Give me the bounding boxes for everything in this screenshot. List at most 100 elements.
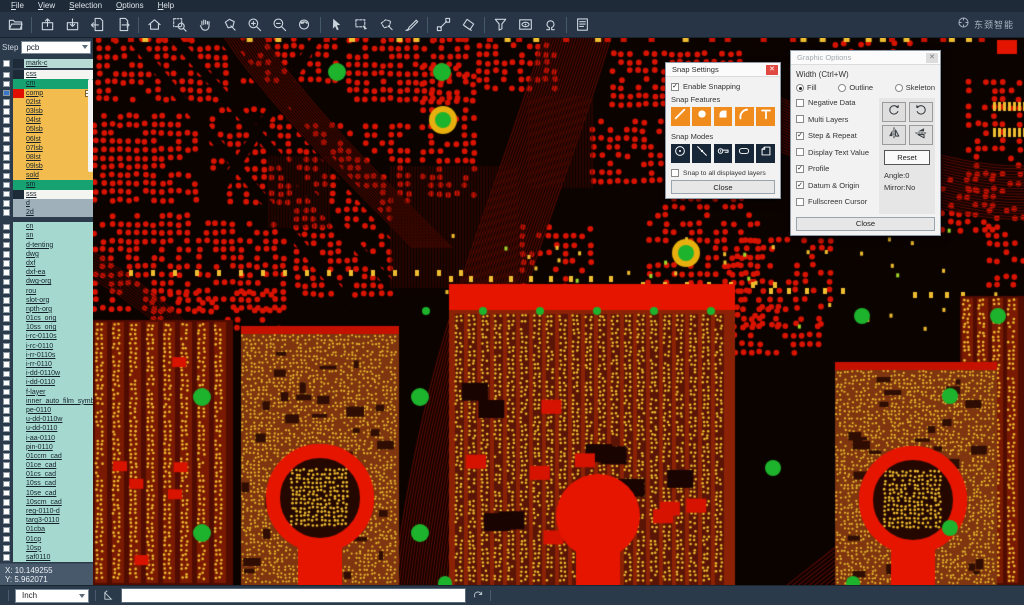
layer-color-swatch[interactable]: [13, 125, 24, 134]
close-icon[interactable]: ✕: [926, 53, 938, 63]
layer-color-swatch[interactable]: [13, 59, 24, 68]
snap-surface-button[interactable]: [714, 107, 733, 126]
layer-row-d[interactable]: d: [0, 199, 93, 208]
layer-row-css[interactable]: css: [0, 70, 93, 79]
layer-visibility-checkbox[interactable]: [3, 209, 10, 216]
layer-color-swatch[interactable]: [13, 443, 24, 452]
menu-item-file[interactable]: File: [4, 0, 31, 12]
layer-color-swatch[interactable]: [13, 222, 24, 231]
snap-all-layers-checkbox[interactable]: [671, 169, 679, 177]
refresh-icon[interactable]: [472, 590, 484, 602]
layer-color-swatch[interactable]: [13, 424, 24, 433]
layer-color-swatch[interactable]: [13, 199, 24, 208]
layer-color-swatch[interactable]: [13, 461, 24, 470]
layer-visibility-checkbox[interactable]: [3, 352, 10, 359]
layer-visibility-checkbox[interactable]: [3, 145, 10, 152]
unit-select[interactable]: Inch: [15, 589, 89, 603]
layer-row-dwg-org[interactable]: dwg-org: [0, 277, 93, 286]
command-input[interactable]: [121, 588, 466, 603]
layer-row-2d[interactable]: 2d: [0, 208, 93, 217]
layer-visibility-checkbox[interactable]: [3, 325, 10, 332]
layer-color-swatch[interactable]: [13, 388, 24, 397]
layer-visibility-checkbox[interactable]: [3, 315, 10, 322]
layer-visibility-checkbox[interactable]: [3, 453, 10, 460]
option-checkbox[interactable]: [796, 99, 804, 107]
graphic-options-titlebar[interactable]: Graphic Options ✕: [791, 51, 940, 65]
layer-visibility-checkbox[interactable]: [3, 554, 10, 561]
layer-color-swatch[interactable]: [13, 277, 24, 286]
layer-color-swatch[interactable]: [13, 360, 24, 369]
layer-row-06lst[interactable]: 06lst: [0, 135, 93, 144]
layer-color-swatch[interactable]: [13, 79, 24, 88]
layer-color-swatch[interactable]: [13, 553, 24, 562]
layer-row-d-tenting[interactable]: d-tenting: [0, 241, 93, 250]
layer-row-cn[interactable]: cn: [0, 222, 93, 231]
layer-color-swatch[interactable]: [13, 314, 24, 323]
layer-row-targ3-0110[interactable]: targ3-0110: [0, 516, 93, 525]
layer-row-sm[interactable]: sm: [0, 180, 93, 189]
option-checkbox[interactable]: [796, 198, 804, 206]
layer-row-03lsb[interactable]: 03lsb: [0, 107, 93, 116]
snap-text-button[interactable]: [756, 107, 775, 126]
window-select-button[interactable]: [349, 14, 374, 36]
layer-visibility-checkbox[interactable]: [3, 444, 10, 451]
layer-color-swatch[interactable]: [13, 479, 24, 488]
layer-row-u-dd-0110w[interactable]: u-dd-0110w: [0, 415, 93, 424]
layer-visibility-checkbox[interactable]: [3, 233, 10, 240]
layer-color-swatch[interactable]: [13, 516, 24, 525]
open-folder-button[interactable]: [3, 14, 28, 36]
layer-color-swatch[interactable]: [13, 397, 24, 406]
layer-row-i-rc-0110s[interactable]: i-rc-0110s: [0, 332, 93, 341]
clear-highlight-button[interactable]: [399, 14, 424, 36]
layer-visibility-checkbox[interactable]: [3, 407, 10, 414]
menu-item-options[interactable]: Options: [109, 0, 151, 12]
select-button[interactable]: [324, 14, 349, 36]
filter-button[interactable]: [488, 14, 513, 36]
layer-visibility-checkbox[interactable]: [3, 154, 10, 161]
mode-slot-button[interactable]: [735, 144, 754, 163]
radio-fill[interactable]: Fill: [796, 83, 817, 92]
layer-color-swatch[interactable]: [13, 378, 24, 387]
layer-visibility-checkbox[interactable]: [3, 490, 10, 497]
eraser-button[interactable]: [456, 14, 481, 36]
layer-color-swatch[interactable]: [13, 544, 24, 553]
layer-row-10scm_cad[interactable]: 10scm_cad: [0, 498, 93, 507]
layer-visibility-checkbox[interactable]: [3, 297, 10, 304]
layer-color-swatch[interactable]: [13, 323, 24, 332]
mode-point-button[interactable]: [692, 144, 711, 163]
layer-color-swatch[interactable]: [13, 525, 24, 534]
layer-visibility-checkbox[interactable]: [3, 251, 10, 258]
layer-color-swatch[interactable]: [13, 351, 24, 360]
layer-visibility-checkbox[interactable]: [3, 472, 10, 479]
layer-visibility-checkbox[interactable]: [3, 518, 10, 525]
layer-row-i-rr-0110[interactable]: i-rr-0110: [0, 360, 93, 369]
layer-visibility-checkbox[interactable]: [3, 99, 10, 106]
layer-visibility-checkbox[interactable]: [3, 435, 10, 442]
mirror-vertical-button[interactable]: [909, 125, 933, 145]
layer-visibility-checkbox[interactable]: [3, 416, 10, 423]
layer-row-01cp[interactable]: 01cp: [0, 535, 93, 544]
layer-row-f-layer[interactable]: f-layer: [0, 388, 93, 397]
layer-color-swatch[interactable]: [13, 144, 24, 153]
layer-row-u-dd-0110[interactable]: u-dd-0110: [0, 424, 93, 433]
layer-visibility-checkbox[interactable]: [3, 306, 10, 313]
option-datum-origin[interactable]: ✓Datum & Origin: [796, 181, 875, 190]
menu-item-view[interactable]: View: [31, 0, 62, 12]
layer-color-swatch[interactable]: [13, 507, 24, 516]
layer-visibility-checkbox[interactable]: [3, 163, 10, 170]
layer-color-swatch[interactable]: [13, 116, 24, 125]
layer-row-cm[interactable]: cm: [0, 79, 93, 88]
layer-color-swatch[interactable]: [13, 415, 24, 424]
option-checkbox[interactable]: ✓: [796, 132, 804, 140]
mirror-horizontal-button[interactable]: [882, 125, 906, 145]
snap-pad-button[interactable]: [692, 107, 711, 126]
layer-visibility-checkbox[interactable]: [3, 182, 10, 189]
layer-visibility-checkbox[interactable]: [3, 242, 10, 249]
layer-visibility-checkbox[interactable]: [3, 108, 10, 115]
layer-row-slot-org[interactable]: slot-org: [0, 296, 93, 305]
layer-color-swatch[interactable]: [13, 250, 24, 259]
report-button[interactable]: [570, 14, 595, 36]
layer-visibility-checkbox[interactable]: [3, 361, 10, 368]
layer-row-08lst[interactable]: 08lst: [0, 153, 93, 162]
radio-outline[interactable]: Outline: [838, 83, 873, 92]
